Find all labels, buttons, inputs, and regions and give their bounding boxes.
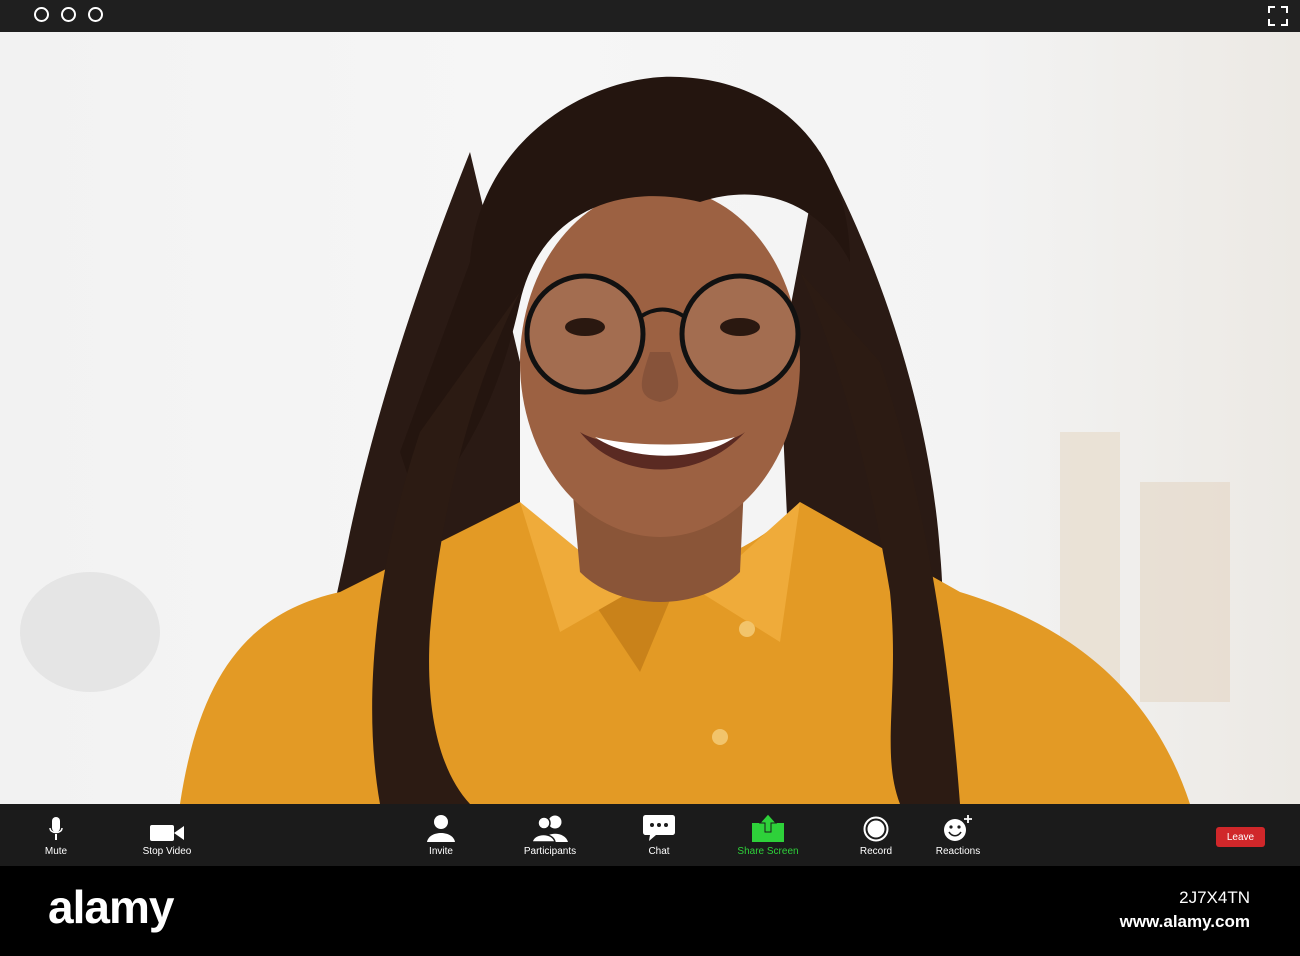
participants-label: Participants bbox=[523, 846, 577, 857]
stock-footer: alamy 2J7X4TN www.alamy.com bbox=[0, 866, 1300, 956]
participant-video bbox=[0, 32, 1300, 804]
mute-label: Mute bbox=[44, 846, 68, 857]
microphone-icon bbox=[49, 817, 63, 840]
stop-video-label: Stop Video bbox=[142, 846, 192, 857]
participants-button[interactable]: Participants bbox=[500, 804, 600, 866]
image-id: 2J7X4TN bbox=[1179, 888, 1250, 907]
reactions-button[interactable]: Reactions bbox=[908, 804, 1008, 866]
invite-label: Invite bbox=[429, 846, 453, 857]
meeting-toolbar: Mute Stop Video Invite Participants Chat… bbox=[0, 804, 1300, 866]
invite-person-icon bbox=[427, 815, 455, 842]
mute-button[interactable]: Mute bbox=[6, 804, 106, 866]
chat-bubble-icon bbox=[643, 815, 675, 841]
window-maximize-button[interactable] bbox=[88, 7, 103, 22]
video-camera-icon bbox=[150, 825, 184, 841]
leave-button[interactable]: Leave bbox=[1216, 827, 1265, 847]
share-screen-icon bbox=[752, 814, 784, 842]
invite-button[interactable]: Invite bbox=[391, 804, 491, 866]
window-close-button[interactable] bbox=[34, 7, 49, 22]
chat-label: Chat bbox=[648, 846, 670, 857]
window-minimize-button[interactable] bbox=[61, 7, 76, 22]
record-icon bbox=[863, 816, 889, 842]
record-label: Record bbox=[859, 846, 893, 857]
participants-icon bbox=[531, 815, 568, 842]
reactions-smiley-icon bbox=[944, 815, 972, 841]
share-screen-button[interactable]: Share Screen bbox=[718, 804, 818, 866]
participant-image bbox=[20, 76, 1230, 804]
alamy-logo: alamy bbox=[48, 881, 174, 933]
chat-button[interactable]: Chat bbox=[609, 804, 709, 866]
fullscreen-icon[interactable] bbox=[1268, 6, 1288, 26]
reactions-label: Reactions bbox=[935, 846, 981, 857]
share-screen-label: Share Screen bbox=[737, 846, 799, 857]
window-titlebar bbox=[0, 0, 1300, 32]
stock-url: www.alamy.com bbox=[1119, 912, 1250, 931]
stop-video-button[interactable]: Stop Video bbox=[117, 804, 217, 866]
